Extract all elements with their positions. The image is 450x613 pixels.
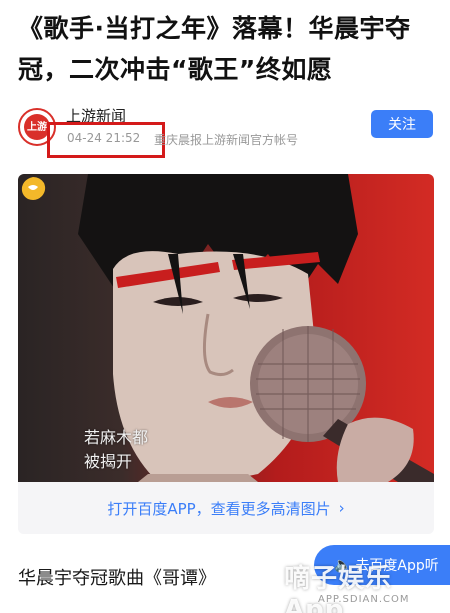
account-description: 重庆晨报上游新闻官方帐号 [154, 133, 299, 147]
time-highlight-box [47, 122, 165, 158]
chevron-right-icon: › [338, 499, 345, 517]
caption-line-2: 被揭开 [84, 452, 133, 471]
caption-line-1: 若麻木都 [84, 428, 149, 447]
article-photo[interactable]: 若麻木都 被揭开 [18, 174, 434, 482]
section-title: 华晨宇夺冠歌曲《哥谭》 [18, 568, 216, 589]
article-page: 《歌手·当打之年》落幕！华晨宇夺冠，二次冲击“歌王”终如愿 上游 上游新闻 04… [0, 0, 450, 613]
open-app-link[interactable]: 打开百度APP，查看更多高清图片 › [18, 482, 434, 534]
singer-illustration [78, 174, 434, 482]
follow-button[interactable]: 关注 [371, 110, 433, 138]
article-headline: 《歌手·当打之年》落幕！华晨宇夺冠，二次冲击“歌王”终如愿 [18, 14, 411, 84]
article-image-card[interactable]: 若麻木都 被揭开 打开百度APP，查看更多高清图片 › [18, 174, 434, 534]
tv-station-logo-icon [21, 177, 46, 200]
open-app-label: 打开百度APP，查看更多高清图片 [107, 499, 331, 518]
author-row: 上游 上游新闻 04-24 21:52 重庆晨报上游新闻官方帐号 关注 [18, 104, 434, 158]
watermark-url: APP.SDIAN.COM [318, 594, 410, 605]
image-caption: 若麻木都 被揭开 [84, 426, 148, 474]
